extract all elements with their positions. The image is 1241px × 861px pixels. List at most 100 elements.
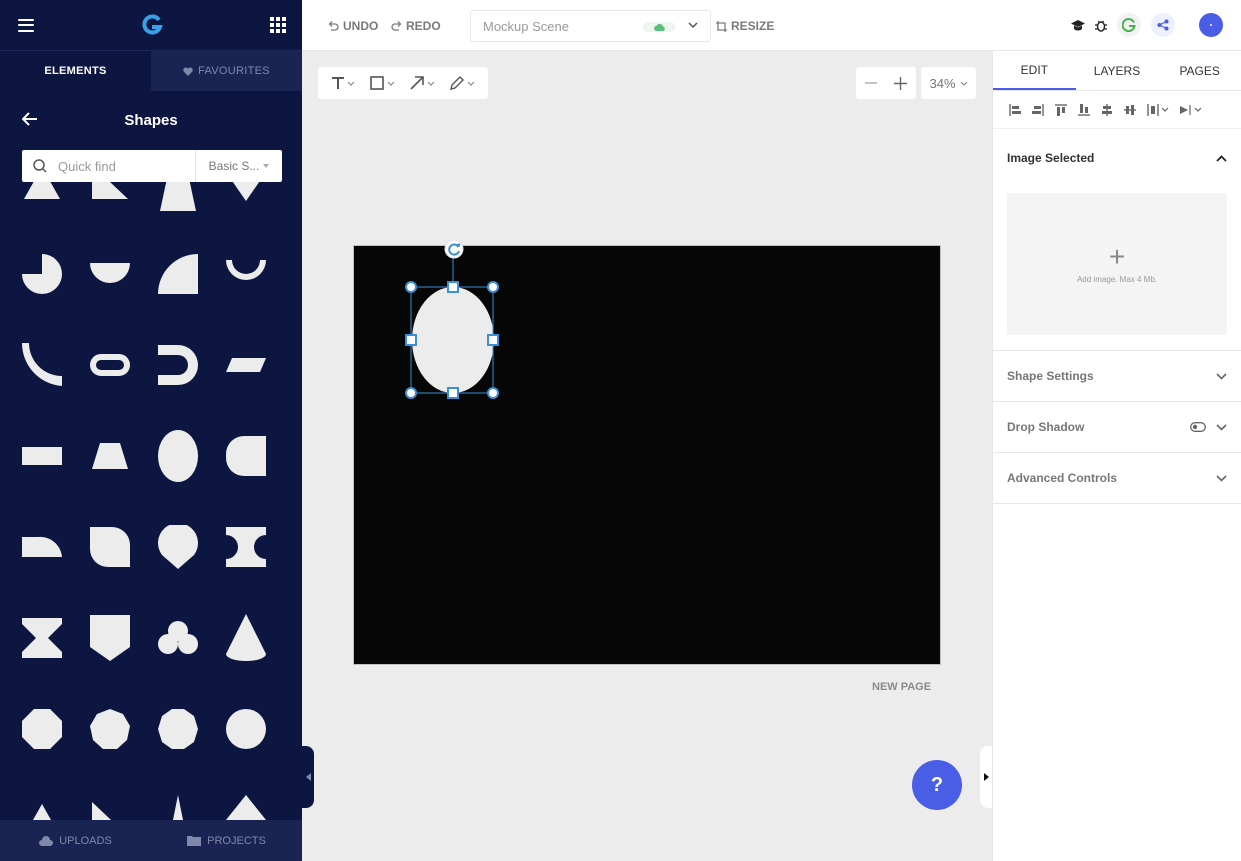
bug-icon[interactable] [1095, 19, 1107, 32]
shape-tile[interactable] [212, 319, 280, 410]
collapse-left-handle[interactable] [302, 746, 314, 808]
triangle-shape [24, 182, 60, 199]
quick-find-search[interactable]: Quick find Basic S... [22, 150, 282, 182]
shape-tile[interactable] [144, 501, 212, 592]
shape-tile[interactable] [144, 182, 212, 228]
shape-tile[interactable] [144, 774, 212, 820]
menu-icon[interactable] [18, 18, 34, 32]
arrow-tool[interactable] [409, 76, 435, 90]
resize-handle-right[interactable] [487, 334, 499, 346]
shape-tile[interactable] [212, 683, 280, 774]
align-center-h-icon[interactable] [1101, 103, 1113, 116]
shape-tile[interactable] [212, 592, 280, 683]
back-arrow-icon[interactable] [22, 112, 38, 126]
drop-shadow-section[interactable]: Drop Shadow [993, 402, 1241, 453]
tab-edit[interactable]: EDIT [993, 51, 1076, 90]
shape-tile[interactable] [212, 774, 280, 820]
resize-handle-tr[interactable] [487, 281, 499, 293]
shape-tile[interactable] [8, 774, 76, 820]
resize-handle-br[interactable] [487, 387, 499, 399]
shape-tile[interactable] [8, 683, 76, 774]
resize-handle-tl[interactable] [405, 281, 417, 293]
shape-tile[interactable] [144, 228, 212, 319]
tab-pages[interactable]: PAGES [1158, 51, 1241, 90]
new-page-button[interactable]: NEW PAGE [872, 681, 931, 693]
shape-tile[interactable] [144, 592, 212, 683]
bowtie-shape [226, 526, 266, 567]
undo-button[interactable]: UNDO [328, 19, 378, 33]
shape-tile[interactable] [8, 410, 76, 501]
redo-button[interactable]: REDO [391, 19, 441, 33]
resize-button[interactable]: RESIZE [716, 19, 774, 33]
shape-tile[interactable] [76, 774, 144, 820]
shape-settings-section[interactable]: Shape Settings [993, 351, 1241, 402]
tab-favourites-label: FAVOURITES [198, 65, 270, 77]
zoom-out-icon[interactable] [864, 82, 877, 84]
zoom-in-icon[interactable] [894, 76, 908, 90]
distribute-menu[interactable] [1147, 103, 1169, 116]
toggle-switch-icon[interactable] [1190, 422, 1206, 432]
shape-tile[interactable] [76, 319, 144, 410]
shape-tile[interactable] [144, 683, 212, 774]
pie-shape [22, 253, 62, 294]
shape-tile[interactable] [212, 182, 280, 228]
shape-tile[interactable] [76, 410, 144, 501]
tab-elements[interactable]: ELEMENTS [0, 51, 151, 91]
apps-grid-icon[interactable] [270, 17, 286, 33]
ellipse-element[interactable] [412, 287, 494, 393]
pen-tool[interactable] [449, 76, 475, 90]
shape-tile[interactable] [76, 228, 144, 319]
shape-tile[interactable] [76, 501, 144, 592]
advanced-controls-section[interactable]: Advanced Controls [993, 453, 1241, 504]
category-select[interactable]: Basic S... [195, 150, 282, 182]
chevron-down-icon [688, 22, 698, 29]
google-button[interactable] [1117, 13, 1141, 37]
help-button[interactable]: ? [912, 760, 962, 810]
shape-tile[interactable] [8, 319, 76, 410]
resize-handle-bl[interactable] [405, 387, 417, 399]
text-tool[interactable] [331, 77, 355, 89]
alignment-toolbar [993, 91, 1241, 129]
shape-tile[interactable] [8, 182, 76, 228]
shape-tile[interactable] [144, 410, 212, 501]
shape-tool[interactable] [369, 76, 395, 90]
tab-uploads[interactable]: UPLOADS [0, 820, 151, 861]
graduation-cap-icon[interactable] [1071, 19, 1085, 31]
tab-favourites[interactable]: FAVOURITES [151, 51, 302, 91]
resize-handle-bottom[interactable] [447, 387, 459, 399]
shape-tile[interactable] [212, 228, 280, 319]
align-left-icon[interactable] [1009, 103, 1021, 116]
zoom-select[interactable]: 34% [921, 67, 976, 99]
image-selected-section[interactable]: Image Selected [993, 129, 1241, 187]
tab-layers[interactable]: LAYERS [1076, 51, 1159, 90]
shape-tile[interactable] [76, 182, 144, 228]
align-right-icon[interactable] [1032, 103, 1044, 116]
add-image-dropzone[interactable]: + Add image. Max 4 Mb. [1007, 193, 1227, 335]
shape-tile[interactable] [76, 683, 144, 774]
shape-tile[interactable] [212, 501, 280, 592]
tab-projects[interactable]: PROJECTS [151, 820, 302, 861]
user-avatar[interactable] [1199, 13, 1223, 37]
flip-menu[interactable] [1180, 104, 1202, 116]
align-center-v-icon[interactable] [1124, 104, 1136, 116]
shape-tile[interactable] [8, 592, 76, 683]
distribute-icon [1147, 103, 1159, 116]
align-top-icon[interactable] [1055, 103, 1067, 116]
shape-tile[interactable] [8, 228, 76, 319]
align-bottom-icon[interactable] [1078, 103, 1090, 116]
shape-tile[interactable] [144, 319, 212, 410]
shapes-title: Shapes [124, 111, 178, 129]
collapse-right-handle[interactable] [980, 746, 992, 808]
scene-name-select[interactable]: Mockup Scene [470, 10, 711, 42]
shape-tile[interactable] [76, 592, 144, 683]
resize-handle-top[interactable] [447, 281, 459, 293]
search-input[interactable]: Quick find [58, 159, 195, 174]
shape-tile[interactable] [8, 501, 76, 592]
shape-tile[interactable] [212, 410, 280, 501]
selected-ellipse[interactable] [398, 236, 508, 406]
app-logo-icon[interactable] [141, 14, 163, 36]
share-button[interactable] [1151, 13, 1175, 37]
resize-handle-left[interactable] [405, 334, 417, 346]
bevel-triangle-shape [92, 182, 128, 199]
chevron-down-icon [427, 81, 434, 86]
